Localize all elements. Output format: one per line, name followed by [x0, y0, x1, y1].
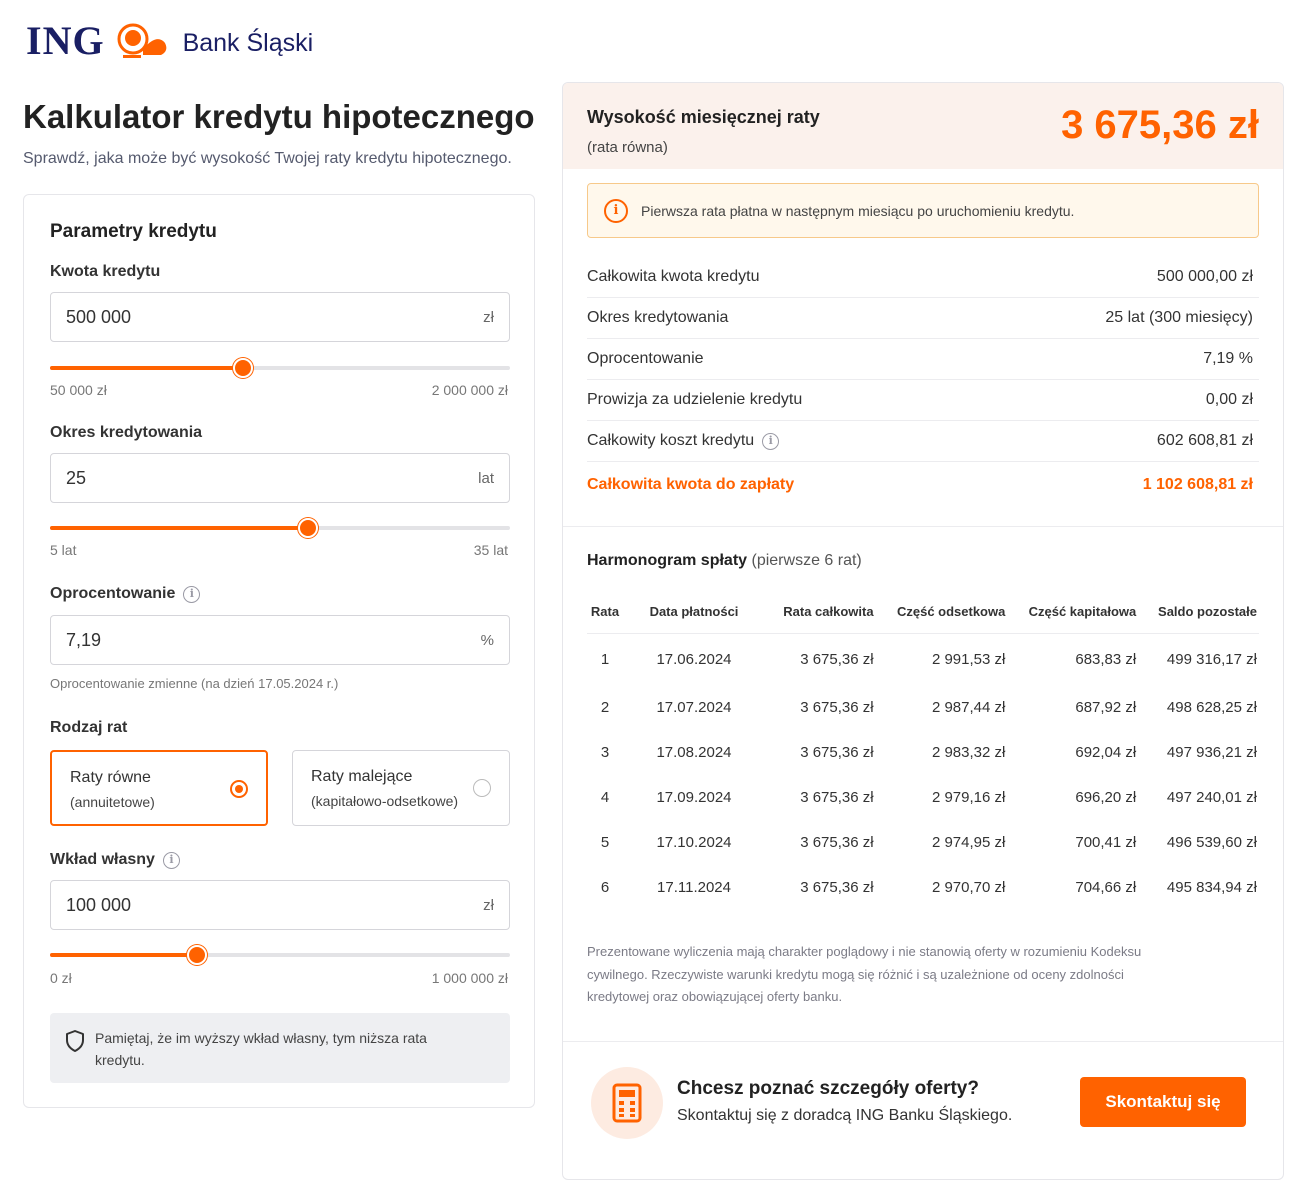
- amount-input[interactable]: 500 000 zł: [50, 292, 510, 342]
- slider-handle[interactable]: [187, 945, 208, 965]
- info-icon[interactable]: i: [762, 432, 780, 450]
- divider: [563, 526, 1283, 527]
- loan-parameters-card: Parametry kredytu Kwota kredytu 500 000 …: [23, 194, 535, 1108]
- radio-unselected[interactable]: [473, 779, 491, 797]
- info-alert: i Pierwsza rata płatna w następnym miesi…: [587, 183, 1259, 238]
- period-label: Okres kredytowania: [50, 424, 203, 441]
- amount-unit: zł: [483, 309, 494, 326]
- schedule-table: Rata Data płatności Rata całkowita Część…: [587, 591, 1259, 910]
- disclaimer: Prezentowane wyliczenia mają charakter p…: [587, 944, 1142, 1004]
- total-payment-row: Całkowita kwota do zapłaty 1 102 608,81 z…: [587, 476, 1253, 493]
- slider-handle[interactable]: [297, 518, 318, 538]
- page-subtitle: Sprawdź, jaka może być wysokość Twojej r…: [23, 150, 512, 167]
- table-row: 6 17.11.2024 3 675,36 zł 2 970,70 zł 704,66 …: [600, 879, 1257, 896]
- interest-input[interactable]: 7,19 %: [50, 615, 510, 665]
- period-max: 35 lat: [473, 542, 508, 558]
- option-subtitle: (kapitałowo-odsetkowe): [311, 793, 459, 809]
- table-row: 3 17.08.2024 3 675,36 zł 2 983,32 zł 692,04 …: [600, 744, 1257, 761]
- interest-label: Oprocentowanie i: [50, 585, 201, 603]
- monthly-payment-header: Wysokość miesięcznej raty (rata równa) 3…: [563, 83, 1283, 169]
- lion-icon: [117, 23, 166, 58]
- alert-text: Pierwsza rata płatna w następnym miesiąc…: [641, 203, 1075, 219]
- amount-max: 2 000 000 zł: [431, 382, 508, 398]
- summary-row: Całkowita kwota kredytu 500 000,00 zł: [587, 257, 1259, 298]
- info-icon[interactable]: i: [183, 585, 201, 603]
- slider-fill: [50, 366, 244, 370]
- table-header-row: Rata Data płatności Rata całkowita Część…: [587, 591, 1259, 634]
- option-equal-installments[interactable]: Raty równe (annuitetowe): [50, 750, 268, 826]
- summary-row: Okres kredytowania 25 lat (300 miesięcy): [587, 298, 1259, 339]
- period-value: 25: [66, 468, 87, 488]
- contact-button[interactable]: Skontaktuj się: [1080, 1077, 1246, 1127]
- table-row: 2 17.07.2024 3 675,36 zł 2 987,44 zł 687,92 …: [600, 699, 1257, 716]
- interest-unit: %: [480, 632, 494, 649]
- amount-label: Kwota kredytu: [50, 263, 161, 280]
- period-min: 5 lat: [50, 542, 77, 558]
- summary-row: Oprocentowanie 7,19 %: [587, 339, 1259, 380]
- monthly-payment-amount: 3 675,36 zł: [1061, 103, 1259, 147]
- own-contribution-unit: zł: [483, 897, 494, 914]
- interest-note: Oprocentowanie zmienne (na dzień 17.05.2…: [50, 676, 339, 691]
- shield-icon: [66, 1030, 84, 1052]
- interest-value: 7,19: [66, 630, 102, 650]
- own-contribution-label: Wkład własny i: [50, 851, 180, 869]
- amount-min: 50 000 zł: [50, 382, 107, 398]
- calculator-icon: [591, 1067, 663, 1139]
- monthly-payment-label: Wysokość miesięcznej raty: [587, 107, 820, 127]
- period-slider[interactable]: [50, 518, 510, 538]
- summary-row: Całkowity koszt kredytu i 602 608,81 zł: [587, 421, 1259, 462]
- own-contribution-max: 1 000 000 zł: [431, 970, 508, 986]
- radio-selected[interactable]: [230, 780, 248, 798]
- amount-slider[interactable]: [50, 358, 510, 378]
- result-card: Wysokość miesięcznej raty (rata równa) 3…: [562, 82, 1284, 1180]
- summary-row: Prowizja za udzielenie kredytu 0,00 zł: [587, 380, 1259, 421]
- period-input[interactable]: 25 lat: [50, 453, 510, 503]
- logo-bank-name: Bank Śląski: [182, 28, 314, 57]
- installment-type-label: Rodzaj rat: [50, 719, 128, 736]
- option-title: Raty równe: [70, 769, 151, 786]
- cta-title: Chcesz poznać szczegóły oferty?: [677, 1078, 979, 1099]
- slider-fill: [50, 526, 308, 530]
- table-row: 4 17.09.2024 3 675,36 zł 2 979,16 zł 696,20 …: [600, 789, 1257, 806]
- own-contribution-input[interactable]: 100 000 zł: [50, 880, 510, 930]
- cta-subtitle: Skontaktuj się z doradcą ING Banku Śląsk…: [677, 1107, 1013, 1124]
- option-decreasing-installments[interactable]: Raty malejące (kapitałowo-odsetkowe): [292, 750, 510, 826]
- amount-value: 500 000: [66, 307, 132, 327]
- slider-handle[interactable]: [233, 358, 254, 378]
- slider-fill: [50, 953, 198, 957]
- own-contribution-value: 100 000: [66, 895, 132, 915]
- option-title: Raty malejące: [311, 768, 413, 785]
- own-contribution-slider[interactable]: [50, 945, 510, 965]
- own-contribution-min: 0 zł: [50, 970, 72, 986]
- summary-list: Całkowita kwota kredytu 500 000,00 zł Okr…: [587, 257, 1259, 508]
- logo-wordmark: ING: [26, 17, 105, 63]
- info-icon: i: [604, 199, 628, 223]
- schedule-title: Harmonogram spłaty (pierwsze 6 rat): [587, 552, 862, 569]
- period-unit: lat: [478, 470, 494, 487]
- contact-cta: Chcesz poznać szczegóły oferty? Skontakt…: [563, 1041, 1283, 1179]
- monthly-payment-sublabel: (rata równa): [587, 139, 668, 156]
- table-row: 5 17.10.2024 3 675,36 zł 2 974,95 zł 700,41 …: [600, 834, 1257, 851]
- tip-text: Pamiętaj, że im wyższy wkład własny, tym…: [95, 1030, 427, 1068]
- table-row: 1 17.06.2024 3 675,36 zł 2 991,53 zł 683,83 …: [600, 650, 1257, 668]
- info-icon[interactable]: i: [162, 851, 180, 869]
- ing-logo[interactable]: ING Bank Śląski: [26, 16, 313, 64]
- option-subtitle: (annuitetowe): [70, 794, 155, 810]
- card-title: Parametry kredytu: [50, 221, 217, 242]
- tip-box: Pamiętaj, że im wyższy wkład własny, tym…: [50, 1013, 510, 1083]
- page-title: Kalkulator kredytu hipotecznego: [23, 98, 535, 135]
